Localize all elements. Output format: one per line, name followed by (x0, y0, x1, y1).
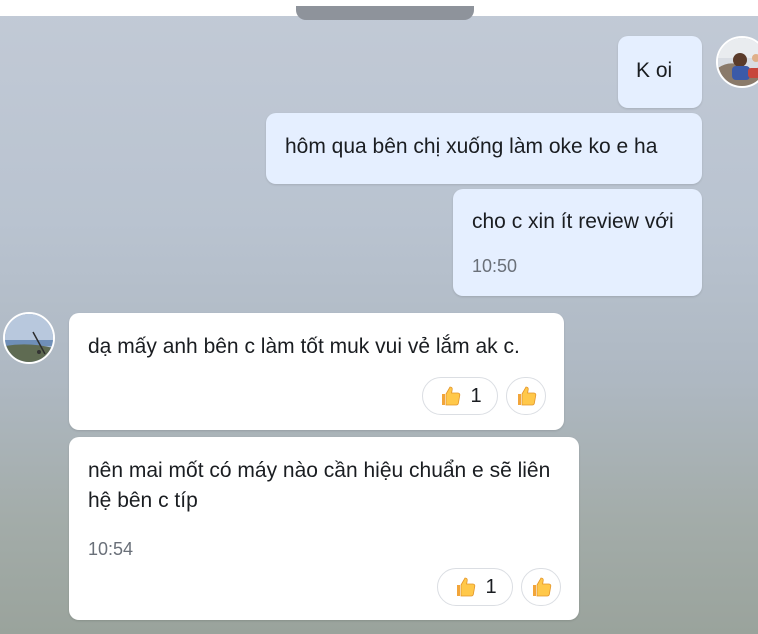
reaction-count-badge[interactable]: 1 (437, 568, 513, 606)
message-text: nên mai mốt có máy nào cần hiệu chuẩn e … (88, 459, 551, 512)
message-bubble[interactable]: hôm qua bên chị xuống làm oke ko e ha (266, 113, 702, 184)
my-avatar[interactable] (716, 36, 758, 88)
thumbs-up-icon (529, 575, 553, 599)
thumbs-up-icon (438, 384, 462, 408)
react-like-button[interactable] (521, 568, 561, 606)
message-text: K oi (636, 59, 673, 82)
message-bubble[interactable]: cho c xin ít review với 10:50 (453, 189, 702, 296)
thumbs-up-icon (453, 575, 477, 599)
message-text: dạ mấy anh bên c làm tốt muk vui vẻ lắm … (88, 335, 520, 358)
new-messages-pill[interactable] (296, 6, 474, 20)
thumbs-up-icon (514, 384, 538, 408)
message-text: hôm qua bên chị xuống làm oke ko e ha (285, 135, 658, 158)
reaction-count: 1 (470, 384, 482, 407)
message-text: cho c xin ít review với (472, 210, 674, 233)
reaction-count: 1 (485, 575, 497, 598)
react-like-button[interactable] (506, 377, 546, 415)
message-bubble[interactable]: K oi (618, 36, 702, 108)
contact-avatar[interactable] (3, 312, 55, 364)
reaction-count-badge[interactable]: 1 (422, 377, 498, 415)
message-bubble[interactable]: dạ mấy anh bên c làm tốt muk vui vẻ lắm … (69, 313, 564, 430)
message-timestamp: 10:50 (472, 256, 518, 276)
message-timestamp: 10:54 (88, 539, 134, 559)
